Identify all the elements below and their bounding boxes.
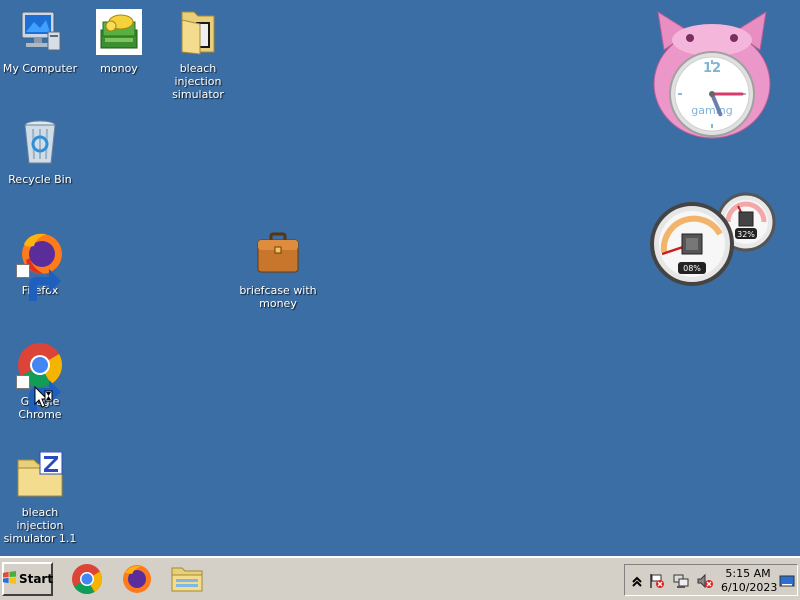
start-label: Start [18,572,54,586]
windows-logo-icon [2,570,17,588]
network-icon[interactable] [673,573,689,589]
system-tray: 5:15 AM 6/10/2023 [624,564,798,596]
money-icon [95,8,143,56]
icon-label: bleach injection simulator [172,62,224,101]
taskbar-file-explorer-button[interactable] [170,563,204,595]
tray-clock[interactable]: 5:15 AM 6/10/2023 [721,567,778,595]
action-center-flag-icon[interactable] [649,573,665,589]
icon-label: Recycle Bin [8,173,72,186]
firefox-icon [123,565,151,593]
memory-chip-icon [738,211,754,227]
shortcut-arrow-icon [16,264,61,301]
firefox-icon [16,230,64,301]
clock-twelve: 12 [703,61,721,76]
taskbar-chrome-button[interactable] [70,563,104,595]
tray-date: 6/10/2023 [721,581,778,594]
clock-label: gaming [691,104,732,117]
show-desktop-icon[interactable] [779,573,795,589]
shortcut-arrow-icon [16,375,61,412]
recycle-bin-icon [16,119,64,167]
chrome-icon [16,341,64,412]
desktop[interactable]: My Computer monoy bleach injection simul… [0,0,800,556]
desktop-icon-monoy[interactable]: monoy [79,8,159,75]
computer-icon [16,8,64,56]
cpu-meter-gadget[interactable]: 32% 08% [648,190,778,286]
briefcase-icon [254,230,302,278]
start-button[interactable]: Start [2,562,53,596]
mouse-cursor-icon [34,385,54,410]
icon-label: bleach injection simulator 1.1 [3,506,77,545]
zip-folder-icon [16,452,64,500]
desktop-icon-bleach-injection-simulator-1-1[interactable]: bleach injection simulator 1.1 [0,452,80,545]
tray-time: 5:15 AM [725,567,771,580]
chrome-icon [72,564,103,595]
folder-icon [174,8,222,56]
desktop-icon-my-computer[interactable]: My Computer [0,8,80,75]
show-hidden-icons-button[interactable] [629,573,645,589]
cpu-readout: 08% [683,264,701,273]
clock-gadget[interactable]: 12 gaming [650,10,774,140]
desktop-icon-bleach-injection-simulator[interactable]: bleach injection simulator [158,8,238,101]
desktop-icon-firefox[interactable]: Firefox [0,230,80,301]
icon-label: monoy [100,62,138,75]
icon-label: briefcase with money [239,284,317,310]
desktop-icon-recycle-bin[interactable]: Recycle Bin [0,119,80,186]
taskbar: Start 5:15 AM 6/10/2023 [0,556,800,600]
file-explorer-icon [171,567,203,592]
volume-muted-icon[interactable] [697,573,713,589]
icon-label: My Computer [2,62,78,75]
memory-readout: 32% [737,230,755,239]
taskbar-firefox-button[interactable] [120,563,154,595]
desktop-icon-briefcase-with-money[interactable]: briefcase with money [238,230,318,310]
